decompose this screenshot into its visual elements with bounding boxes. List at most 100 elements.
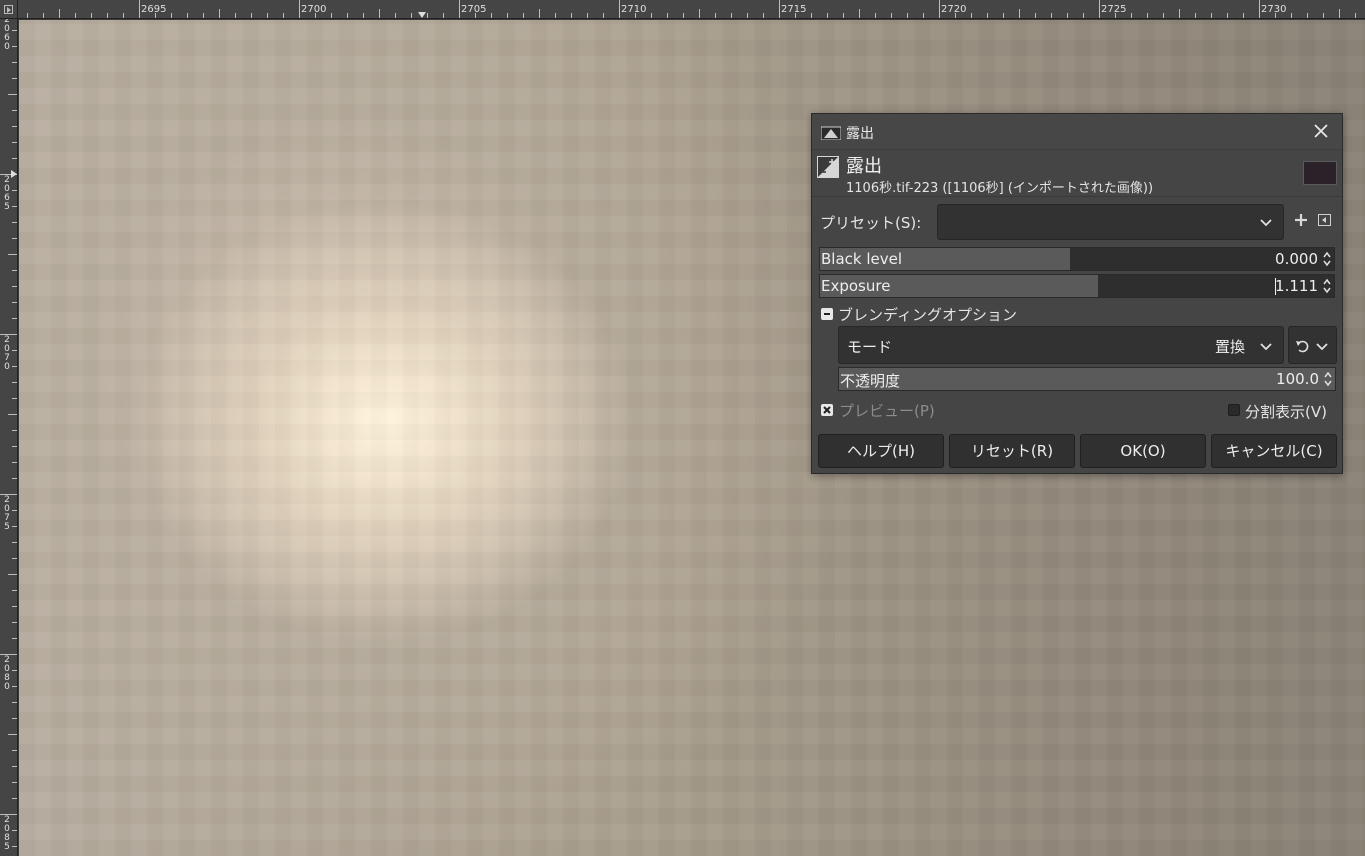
ruler-tick xyxy=(12,782,17,783)
dialog-header-title: 露出 xyxy=(846,156,882,177)
ruler-tick xyxy=(12,238,17,239)
ruler-tick xyxy=(347,13,348,18)
ruler-label: 2730 xyxy=(1261,4,1287,15)
ruler-label: 2705 xyxy=(461,4,487,15)
composite-mode-combobox[interactable] xyxy=(1288,326,1337,364)
ruler-tick xyxy=(171,13,172,18)
ruler-tick xyxy=(203,13,204,18)
ruler-tick xyxy=(427,13,428,18)
opacity-value[interactable]: 100.0 xyxy=(1276,370,1319,388)
ruler-tick xyxy=(267,13,268,18)
cancel-button[interactable]: キャンセル(C) xyxy=(1211,434,1337,468)
ruler-tick xyxy=(12,462,17,463)
ruler-tick xyxy=(827,13,828,18)
image-thumbnail xyxy=(1303,161,1337,185)
add-icon[interactable] xyxy=(1294,213,1308,227)
exposure-slider[interactable]: Exposure 1.111 xyxy=(819,274,1335,298)
ruler-pointer-marker xyxy=(11,170,17,178)
black-level-value[interactable]: 0.000 xyxy=(1275,250,1318,268)
ruler-tick xyxy=(1179,9,1180,18)
ruler-tick xyxy=(459,0,460,18)
ruler-tick xyxy=(27,13,28,18)
ruler-corner-menu-button[interactable] xyxy=(0,0,18,19)
exposure-dialog: 露出 露出 1106秒.tif-223 ([1106秒] (インポートされた画像… xyxy=(811,113,1343,474)
dialog-titlebar[interactable]: 露出 xyxy=(812,114,1342,150)
split-view-checkbox[interactable] xyxy=(1228,404,1240,416)
ruler-tick xyxy=(331,13,332,18)
ruler-tick xyxy=(107,13,108,18)
ruler-tick xyxy=(12,398,17,399)
close-icon[interactable] xyxy=(1312,122,1330,140)
ruler-label: 2715 xyxy=(781,4,807,15)
ruler-tick xyxy=(1147,13,1148,18)
opacity-slider[interactable]: 不透明度 100.0 xyxy=(838,367,1336,391)
ruler-tick xyxy=(12,558,17,559)
ruler-tick xyxy=(491,13,492,18)
preset-menu-icon[interactable] xyxy=(1318,214,1331,226)
ruler-tick xyxy=(651,13,652,18)
ruler-tick xyxy=(443,13,444,18)
ruler-tick xyxy=(1195,13,1196,18)
ruler-tick xyxy=(12,190,17,191)
ruler-tick xyxy=(891,13,892,18)
preview-checkbox[interactable] xyxy=(821,404,833,416)
ruler-label: 2 0 6 0 xyxy=(4,19,10,52)
ruler-tick xyxy=(1243,13,1244,18)
ruler-tick xyxy=(875,13,876,18)
spin-arrows-icon[interactable] xyxy=(1323,370,1333,388)
ruler-tick xyxy=(1291,13,1292,18)
spin-arrows-icon[interactable] xyxy=(1322,250,1332,268)
ruler-tick xyxy=(1163,13,1164,18)
ruler-tick xyxy=(12,766,17,767)
text-cursor xyxy=(1275,278,1276,295)
ruler-tick xyxy=(235,13,236,18)
ruler-tick xyxy=(12,702,17,703)
ruler-tick xyxy=(12,446,17,447)
ruler-label: 2 0 8 0 xyxy=(4,655,10,692)
preview-label[interactable]: プレビュー(P) xyxy=(839,400,935,421)
ruler-tick xyxy=(779,0,780,18)
ruler-tick xyxy=(12,542,17,543)
ruler-tick xyxy=(12,750,17,751)
ruler-tick xyxy=(43,13,44,18)
black-level-slider[interactable]: Black level 0.000 xyxy=(819,247,1335,271)
ruler-tick xyxy=(1099,0,1100,18)
ruler-tick xyxy=(1355,13,1356,18)
ruler-tick xyxy=(8,734,17,735)
vertical-ruler[interactable]: 2 0 6 0 2 0 6 5 2 0 7 0 2 0 7 5 2 0 8 0 2 0 8… xyxy=(0,19,18,856)
ruler-tick xyxy=(1003,13,1004,18)
ruler-tick xyxy=(843,13,844,18)
ruler-tick xyxy=(1051,13,1052,18)
chevron-down-icon xyxy=(1316,343,1328,351)
ruler-label: 2695 xyxy=(141,4,167,15)
mode-label: モード xyxy=(847,338,893,356)
blend-mode-combobox[interactable]: モード 置換 xyxy=(838,326,1284,364)
ruler-tick xyxy=(523,13,524,18)
ruler-tick xyxy=(987,13,988,18)
spin-arrows-icon[interactable] xyxy=(1322,277,1332,295)
ruler-tick xyxy=(12,318,17,319)
blending-options-toggle[interactable] xyxy=(821,308,833,320)
exposure-value[interactable]: 1.111 xyxy=(1275,277,1318,295)
blending-options-label[interactable]: ブレンディングオプション xyxy=(838,304,1017,325)
preset-combobox[interactable] xyxy=(937,204,1284,240)
reset-button[interactable]: リセット(R) xyxy=(949,434,1075,468)
horizontal-ruler[interactable]: 2695 2700 2705 2710 2715 2720 2725 2730 xyxy=(18,0,1365,19)
help-button[interactable]: ヘルプ(H) xyxy=(818,434,944,468)
ruler-tick xyxy=(1131,13,1132,18)
ruler-tick xyxy=(12,46,17,47)
ok-button[interactable]: OK(O) xyxy=(1080,434,1206,468)
ruler-tick xyxy=(12,78,17,79)
ruler-tick xyxy=(123,13,124,18)
ruler-label: 2720 xyxy=(941,4,967,15)
ruler-tick xyxy=(12,30,17,31)
dialog-header-subtitle: 1106秒.tif-223 ([1106秒] (インポートされた画像)) xyxy=(846,181,1154,196)
ruler-label: 2 0 6 5 xyxy=(4,175,10,212)
ruler-tick xyxy=(12,638,17,639)
ruler-tick xyxy=(12,798,17,799)
ruler-tick xyxy=(12,270,17,271)
ruler-tick xyxy=(8,574,17,575)
check-icon xyxy=(823,406,831,414)
split-view-label[interactable]: 分割表示(V) xyxy=(1245,401,1327,422)
ruler-tick xyxy=(12,382,17,383)
